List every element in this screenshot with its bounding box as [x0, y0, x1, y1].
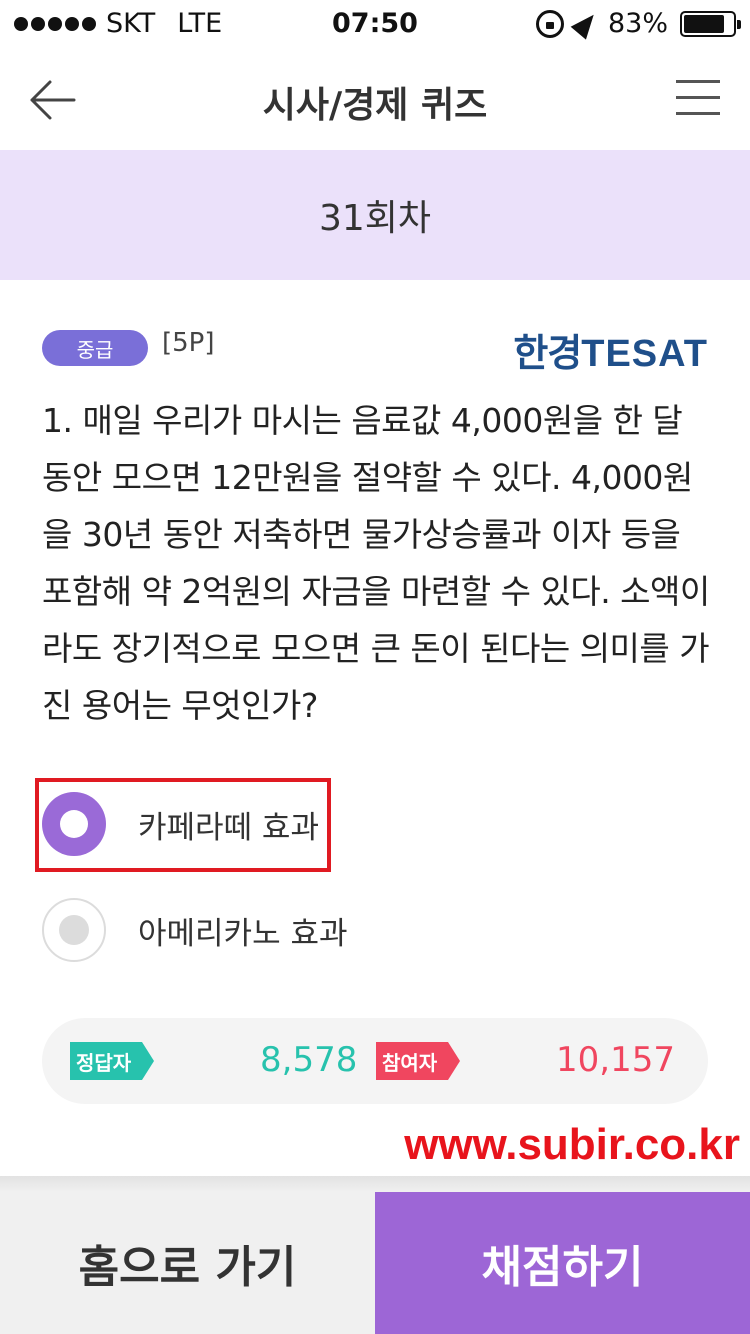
question-text: 1. 매일 우리가 마시는 음료값 4,000원을 한 달 동안 모으면 12만… [42, 401, 710, 725]
question-meta: 중급 [5P] 한경TESAT [42, 328, 708, 375]
location-arrow-icon [570, 7, 602, 40]
rotation-lock-icon [535, 9, 564, 38]
level-badge: 중급 [42, 330, 148, 366]
round-banner: 31회차 [0, 150, 750, 280]
correct-tag: 정답자 [70, 1042, 154, 1080]
app-header: 시사/경제 퀴즈 [0, 50, 750, 150]
grade-button[interactable]: 채점하기 [375, 1192, 750, 1334]
radio-selected-icon[interactable] [42, 792, 106, 856]
correct-count: 8,578 [260, 1040, 358, 1080]
battery-icon [680, 10, 741, 37]
option-americano[interactable]: 아메리카노 효과 [42, 898, 642, 962]
option-cafe-latte[interactable]: 카페라떼 효과 [42, 792, 642, 856]
watermark: www.subir.co.kr [404, 1120, 740, 1169]
tesat-logo: 한경TESAT [513, 322, 708, 377]
option-label: 아메리카노 효과 [138, 915, 348, 952]
bottom-divider [0, 1176, 750, 1192]
points-label: [5P] [162, 328, 215, 358]
participants-count: 10,157 [556, 1040, 675, 1080]
logo-ko: 한경 [513, 331, 582, 375]
battery-percent: 83% [607, 8, 668, 39]
radio-unselected-icon[interactable] [42, 898, 106, 962]
home-button[interactable]: 홈으로 가기 [0, 1192, 375, 1334]
round-label: 31회차 [318, 198, 432, 239]
page-title: 시사/경제 퀴즈 [262, 85, 488, 126]
status-bar: SKT LTE 07:50 83% [0, 0, 750, 50]
logo-en: TESAT [581, 333, 708, 375]
quiz-stats: 정답자 8,578 참여자 10,157 [42, 1018, 708, 1104]
hamburger-menu-icon[interactable] [676, 80, 720, 116]
option-label: 카페라떼 효과 [138, 809, 319, 846]
participants-tag: 참여자 [376, 1042, 460, 1080]
status-right: 83% [535, 7, 741, 40]
